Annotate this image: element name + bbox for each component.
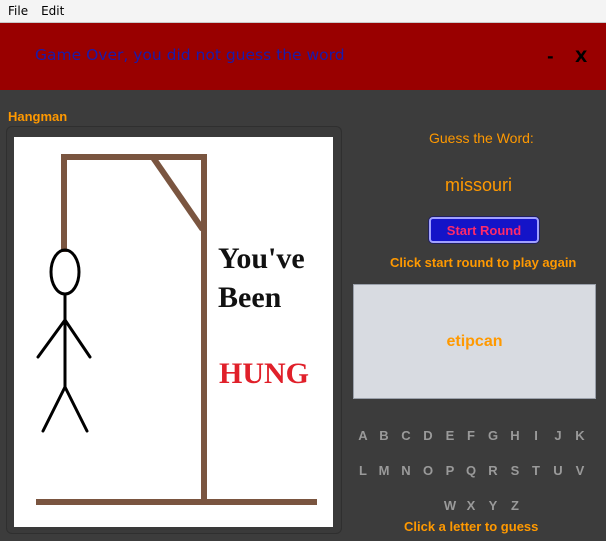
- gallows-icon: [36, 154, 317, 505]
- letter-y[interactable]: Y: [485, 498, 501, 513]
- letter-o[interactable]: O: [420, 463, 436, 478]
- image-text-youve: You've: [218, 242, 305, 275]
- letter-v[interactable]: V: [572, 463, 588, 478]
- letter-f[interactable]: F: [463, 428, 479, 443]
- start-round-button[interactable]: Start Round: [429, 217, 539, 243]
- minimize-button[interactable]: -: [547, 47, 554, 66]
- letter-a[interactable]: A: [355, 428, 371, 443]
- letter-g[interactable]: G: [485, 428, 501, 443]
- letter-k[interactable]: K: [572, 428, 588, 443]
- letter-z[interactable]: Z: [507, 498, 523, 513]
- letter-j[interactable]: J: [550, 428, 566, 443]
- menu-file[interactable]: File: [3, 4, 33, 18]
- guessed-letters: etipcan: [446, 332, 503, 350]
- letter-d[interactable]: D: [420, 428, 436, 443]
- letter-n[interactable]: N: [398, 463, 414, 478]
- letter-r[interactable]: R: [485, 463, 501, 478]
- letter-q[interactable]: Q: [463, 463, 479, 478]
- letter-l[interactable]: L: [355, 463, 371, 478]
- letter-u[interactable]: U: [550, 463, 566, 478]
- stick-figure-icon: [36, 248, 92, 433]
- menu-bar: File Edit: [0, 0, 606, 23]
- letter-c[interactable]: C: [398, 428, 414, 443]
- footer-instruction: Click a letter to guess: [404, 519, 539, 534]
- letter-t[interactable]: T: [528, 463, 544, 478]
- letter-b[interactable]: B: [376, 428, 392, 443]
- letter-w[interactable]: W: [442, 498, 458, 513]
- guessed-letters-box: etipcan: [353, 284, 596, 399]
- letter-x[interactable]: X: [463, 498, 479, 513]
- letter-e[interactable]: E: [442, 428, 458, 443]
- menu-edit[interactable]: Edit: [36, 4, 69, 18]
- image-text-been: Been: [218, 281, 282, 314]
- letter-h[interactable]: H: [507, 428, 523, 443]
- gallows-drawing: You've Been HUNG: [36, 154, 317, 505]
- guess-label: Guess the Word:: [429, 130, 534, 146]
- instruction-text: Click start round to play again: [390, 255, 577, 270]
- hangman-image: You've Been HUNG: [14, 137, 333, 527]
- panel-title: Hangman: [8, 109, 68, 124]
- letter-s[interactable]: S: [507, 463, 523, 478]
- target-word: missouri: [445, 175, 513, 195]
- letter-p[interactable]: P: [442, 463, 458, 478]
- close-button[interactable]: X: [575, 47, 587, 66]
- game-over-message: Game Over, you did not guess the word: [35, 46, 345, 64]
- letter-i[interactable]: I: [528, 428, 544, 443]
- image-text-hung: HUNG: [219, 357, 309, 390]
- letter-m[interactable]: M: [376, 463, 392, 478]
